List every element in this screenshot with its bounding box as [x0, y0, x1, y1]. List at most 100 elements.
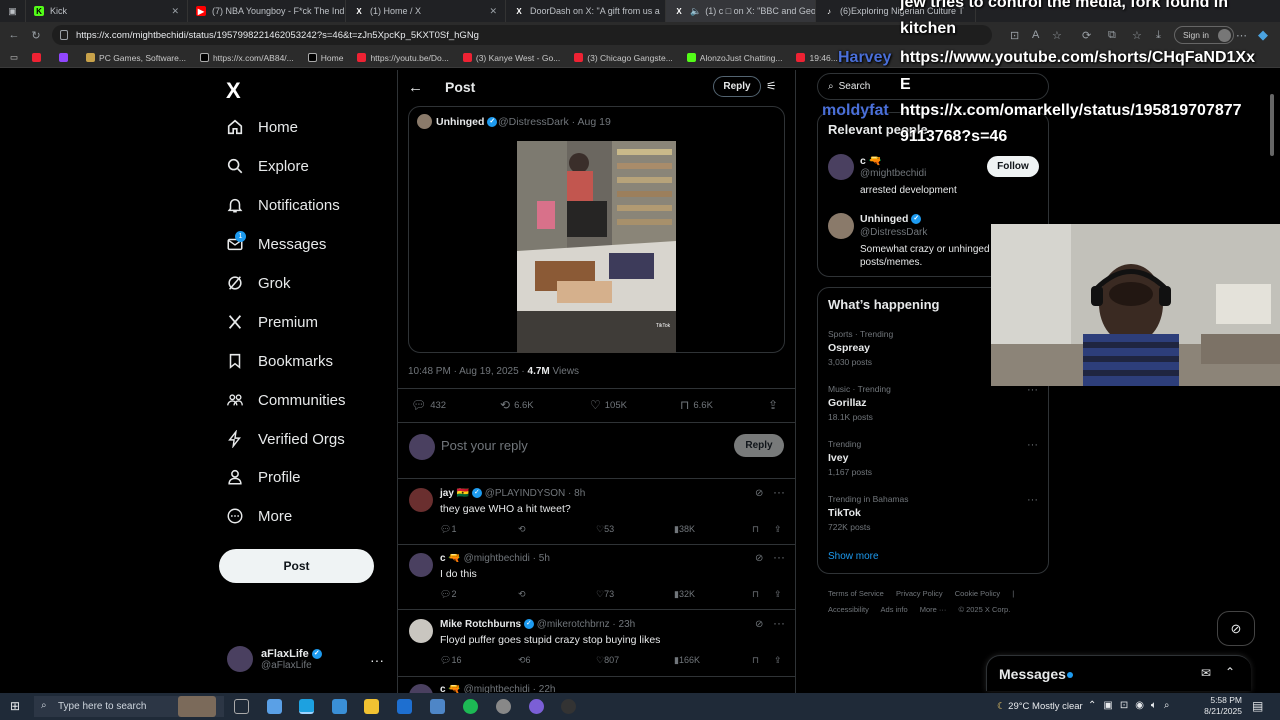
like-action[interactable]: ♡ 807: [596, 655, 619, 666]
author-name[interactable]: c 🔫: [440, 684, 461, 693]
author-name[interactable]: Mike Rotchburns: [440, 619, 521, 630]
reply-action[interactable]: 💬︎ 1: [440, 524, 456, 535]
nav-home[interactable]: Home: [226, 118, 298, 136]
edge-browser-icon[interactable]: [299, 699, 314, 714]
discord-icon[interactable]: [529, 699, 544, 714]
account-switcher[interactable]: aFlaxLife ✓ @aFlaxLife: [227, 646, 322, 672]
trend-item[interactable]: Trending in Bahamas TikTok 722K posts ···: [828, 494, 1038, 532]
footer-link[interactable]: More ···: [920, 605, 947, 614]
nav-more[interactable]: More: [226, 507, 292, 525]
footer-link[interactable]: Terms of Service: [828, 589, 884, 598]
bookmark-item[interactable]: Home: [307, 53, 343, 63]
bookmarks-menu-icon[interactable]: ▭: [10, 52, 18, 63]
quoted-author-name[interactable]: Unhinged ✓: [436, 116, 498, 128]
windows-start-icon[interactable]: ⊞: [10, 699, 24, 713]
follow-button[interactable]: Follow: [987, 156, 1039, 177]
trend-item[interactable]: Trending Ivey 1,167 posts ···: [828, 439, 1038, 477]
account-more-icon[interactable]: ···: [370, 652, 384, 668]
nav-notifications[interactable]: Notifications: [226, 196, 340, 214]
browser-tab-active[interactable]: X🔈(1) c □ on X: "BBC and Geo✕: [666, 0, 816, 22]
url-field[interactable]: https://x.com/mightbechidi/status/195799…: [52, 25, 992, 45]
person-name[interactable]: Unhinged ✓: [860, 213, 922, 225]
collections-icon[interactable]: ☆: [1132, 29, 1142, 42]
reply-input[interactable]: Post your reply: [441, 438, 528, 453]
app-icon[interactable]: [496, 699, 511, 714]
spotify-icon[interactable]: [463, 699, 478, 714]
reply-item[interactable]: c 🔫 @mightbechidi · 22h: [397, 684, 796, 693]
system-tray-icons[interactable]: ⌃▣⊡◉🔈︎⌕: [1088, 700, 1177, 711]
weather-widget[interactable]: ☾ 29°C Mostly clear: [997, 701, 1083, 712]
like-action[interactable]: ♡ 73: [596, 589, 614, 600]
messages-drawer[interactable]: Messages ✉ ⌃: [986, 655, 1251, 691]
bookmark-icon[interactable]: ⊓: [752, 589, 759, 600]
share-action[interactable]: ⇪: [768, 398, 782, 412]
reply-sort-button[interactable]: Reply: [713, 76, 761, 97]
clock[interactable]: 5:58 PM 8/21/2025: [1198, 695, 1242, 717]
close-tab-icon[interactable]: ✕: [483, 6, 497, 17]
nav-bookmarks[interactable]: Bookmarks: [226, 352, 333, 370]
more-options-icon[interactable]: ···: [773, 485, 785, 499]
outlook-icon[interactable]: [397, 699, 412, 714]
avatar[interactable]: [409, 619, 433, 643]
grok-explain-icon[interactable]: ⊘: [755, 488, 763, 499]
nav-verified-orgs[interactable]: Verified Orgs: [226, 430, 345, 448]
like-action[interactable]: ♡ 53: [596, 524, 614, 535]
reply-submit-button[interactable]: Reply: [734, 434, 784, 457]
nav-communities[interactable]: Communities: [226, 391, 346, 409]
bookmark-action[interactable]: ⊓ 6.6K: [680, 398, 713, 412]
browser-tab[interactable]: XDoorDash on X: "A gift from us a✕: [506, 0, 666, 22]
app-icon[interactable]: [430, 699, 445, 714]
share-icon[interactable]: ⇪: [774, 524, 782, 535]
nav-premium[interactable]: Premium: [226, 313, 318, 331]
read-aloud-icon[interactable]: A: [1032, 29, 1039, 41]
video-player[interactable]: TikTok: [517, 141, 676, 353]
favorite-star-icon[interactable]: ☆: [1052, 29, 1062, 42]
avatar[interactable]: [409, 553, 433, 577]
grok-fab-button[interactable]: ⊘: [1217, 611, 1255, 646]
reload-icon[interactable]: ↻: [26, 29, 46, 42]
notification-center-icon[interactable]: ▤: [1252, 699, 1263, 713]
sign-in-button[interactable]: Sign in: [1174, 26, 1234, 44]
x-logo-icon[interactable]: X: [226, 78, 241, 104]
share-icon[interactable]: ⇪: [774, 589, 782, 600]
browser-tab[interactable]: ▶(7) NBA Youngboy - F*ck The Ind✕: [188, 0, 346, 22]
bookmark-item[interactable]: (3) Kanye West - Go...: [462, 53, 560, 63]
back-arrow-icon[interactable]: ←: [408, 79, 423, 96]
copilot-icon[interactable]: ◆: [1258, 27, 1268, 43]
views-action[interactable]: ▮ 32K: [674, 589, 695, 600]
bookmark-item[interactable]: https://x.com/AB84/...: [199, 53, 294, 63]
author-name[interactable]: c 🔫: [440, 553, 461, 564]
refresh-extension-icon[interactable]: ⟳: [1082, 29, 1091, 42]
close-tab-icon[interactable]: ✕: [165, 6, 179, 17]
nav-profile[interactable]: Profile: [226, 468, 301, 486]
more-options-icon[interactable]: ···: [1027, 494, 1038, 506]
taskbar-search[interactable]: ⌕ Type here to search: [34, 696, 224, 717]
scrollbar-thumb[interactable]: [1270, 94, 1274, 156]
extensions-icon[interactable]: ⧉: [1108, 29, 1116, 42]
footer-link[interactable]: Cookie Policy: [955, 589, 1000, 598]
install-app-icon[interactable]: ⊡: [1010, 29, 1019, 42]
back-arrow-icon[interactable]: ←: [4, 29, 24, 41]
reply-action[interactable]: 💬︎ 2: [440, 589, 456, 600]
avatar[interactable]: [828, 154, 854, 180]
compose-message-icon[interactable]: ✉: [1201, 666, 1211, 680]
obs-icon[interactable]: [561, 699, 576, 714]
share-icon[interactable]: ⇪: [774, 655, 782, 666]
bookmark-icon[interactable]: ⊓: [752, 524, 759, 535]
person-name[interactable]: c 🔫: [860, 154, 882, 167]
trend-item[interactable]: Music · Trending Gorillaz 18.1K posts ···: [828, 384, 1038, 422]
site-info-icon[interactable]: [60, 30, 68, 40]
bookmark-item[interactable]: PC Games, Software...: [86, 53, 186, 63]
avatar[interactable]: [417, 114, 432, 129]
store-icon[interactable]: [332, 699, 347, 714]
bookmark-item-icon[interactable]: [59, 53, 72, 62]
footer-link[interactable]: Privacy Policy: [896, 589, 943, 598]
bookmark-item[interactable]: AlonzoJust Chatting...: [686, 53, 782, 63]
bookmark-item[interactable]: 19:46...: [796, 53, 838, 63]
repost-icon[interactable]: ⟲: [518, 589, 526, 600]
bookmark-item[interactable]: https://youtu.be/Do...: [357, 53, 449, 63]
downloads-icon[interactable]: ⤓: [1156, 29, 1161, 42]
repost-icon[interactable]: ⟲: [518, 524, 526, 535]
nav-grok[interactable]: Grok: [226, 274, 291, 292]
repost-action[interactable]: ⟲ 6.6K: [500, 398, 534, 412]
